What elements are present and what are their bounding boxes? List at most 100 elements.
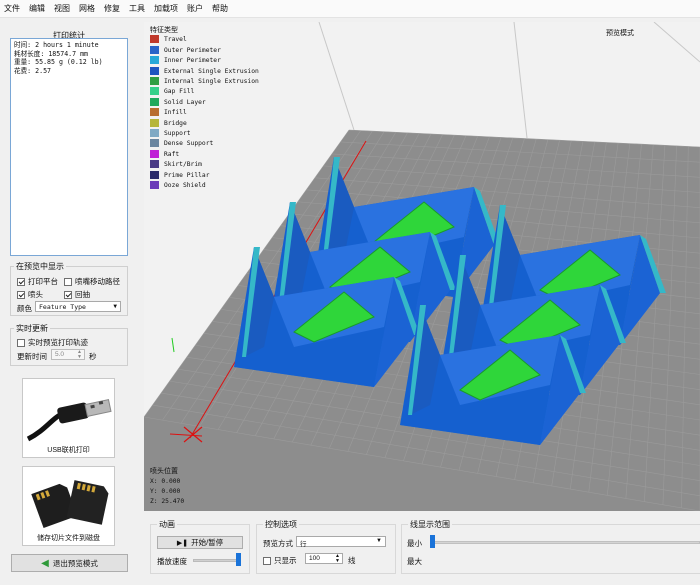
retract-checkbox[interactable]: [64, 291, 72, 300]
preview-mode-select[interactable]: 行 ▼: [296, 536, 386, 548]
legend-swatch: [150, 77, 159, 86]
print-bed-label: 打印平台: [28, 277, 58, 286]
only-show-label: 只显示: [274, 556, 297, 565]
preview-mode-title: 预览模式: [606, 30, 634, 37]
legend-item: External Single Extrusion: [150, 66, 259, 77]
preview-viewport[interactable]: 特征类型 Travel Outer Perimeter Inner Perime…: [144, 22, 700, 511]
legend-swatch: [150, 149, 159, 158]
legend-item: Internal Single Extrusion: [150, 77, 259, 87]
legend-label: Dense Support: [164, 140, 214, 148]
usb-print-button[interactable]: USB联机打印: [22, 378, 115, 458]
legend-swatch: [150, 66, 159, 75]
legend-label: Ooze Shield: [164, 182, 206, 190]
animation-title: 动画: [157, 519, 177, 530]
legend-item: Dense Support: [150, 139, 259, 149]
realtime-track-option[interactable]: 实时预览打印轨迹: [17, 337, 88, 348]
chevron-down-icon: ▼: [113, 303, 117, 310]
stat-time: 时间: 2 hours 1 minute: [14, 41, 99, 49]
retract-option[interactable]: 回抽: [64, 289, 90, 300]
nozzle-option[interactable]: 喷头: [17, 289, 43, 300]
legend-label: Prime Pillar: [164, 171, 210, 179]
realtime-track-label: 实时预览打印轨迹: [28, 338, 88, 347]
menu-edit[interactable]: 编辑: [29, 3, 45, 14]
menu-bar: 文件 编辑 视图 网格 修复 工具 加载项 账户 帮助: [0, 0, 700, 18]
control-options-title: 控制选项: [263, 519, 299, 530]
print-bed-option[interactable]: 打印平台: [17, 276, 58, 287]
range-title: 线显示范围: [408, 519, 452, 530]
menu-account[interactable]: 账户: [187, 3, 203, 14]
legend-swatch: [150, 160, 159, 169]
legend-item: Gap Fill: [150, 87, 259, 97]
nozzle-moves-checkbox[interactable]: [64, 278, 72, 287]
line-count-input[interactable]: 100 ▲ ▼: [305, 553, 343, 564]
realtime-update-title: 实时更新: [14, 323, 50, 334]
color-select[interactable]: Feature Type ▼: [35, 301, 121, 312]
legend-label: Support: [164, 130, 191, 138]
nozzle-checkbox[interactable]: [17, 291, 25, 300]
legend-item: Raft: [150, 149, 259, 160]
legend-label: Inner Perimeter: [164, 57, 221, 65]
stat-cost: 花费: 2.57: [14, 66, 52, 75]
legend-label: Gap Fill: [164, 88, 195, 96]
update-time-input[interactable]: 5.0 ▲ ▼: [51, 349, 85, 360]
stat-filament-length: 耗材长度: 18574.7 mm: [14, 49, 89, 58]
play-pause-button[interactable]: ▶❚ 开始/暂停: [157, 536, 243, 549]
legend-label: Travel: [164, 36, 187, 44]
retract-label: 回抽: [75, 290, 90, 299]
only-show-option[interactable]: 只显示: [263, 555, 297, 566]
legend-item: Support: [150, 129, 259, 139]
legend-item: Solid Layer: [150, 97, 259, 108]
legend-item: Infill: [150, 108, 259, 118]
menu-addons[interactable]: 加载项: [154, 3, 178, 14]
line-unit: 线: [348, 556, 356, 565]
menu-help[interactable]: 帮助: [212, 3, 228, 14]
menu-mesh[interactable]: 网格: [79, 3, 95, 14]
spinner-arrows-icon: ▲ ▼: [77, 349, 82, 360]
nozzle-position: 喷头位置 X: 0.000 Y: 0.000 Z: 25.470: [150, 467, 184, 507]
legend-swatch: [150, 118, 159, 127]
color-select-value: Feature Type: [39, 303, 86, 311]
save-to-disk-button[interactable]: 储存切片文件到磁盘: [22, 466, 115, 546]
range-min-track[interactable]: [430, 541, 700, 544]
color-label: 颜色: [17, 304, 32, 313]
legend-swatch: [150, 170, 159, 179]
menu-tools[interactable]: 工具: [129, 3, 145, 14]
nozzle-moves-label: 喷嘴移动路径: [75, 277, 120, 286]
save-to-disk-caption: 储存切片文件到磁盘: [37, 535, 100, 542]
legend-item: Travel: [150, 35, 259, 45]
legend-item: Bridge: [150, 118, 259, 129]
legend-label: External Single Extrusion: [164, 67, 259, 75]
speed-slider-track[interactable]: [193, 559, 241, 562]
menu-file[interactable]: 文件: [4, 3, 20, 14]
speed-slider-handle[interactable]: [236, 553, 241, 566]
arrow-back-icon: ◀: [41, 557, 49, 569]
update-time-label: 更新时间: [17, 352, 47, 361]
legend-swatch: [150, 108, 159, 117]
usb-cable-icon: [26, 399, 112, 442]
legend-swatch: [150, 56, 159, 65]
update-time-value: 5.0: [55, 351, 65, 358]
nozzle-moves-option[interactable]: 喷嘴移动路径: [64, 276, 120, 287]
menu-view[interactable]: 视图: [54, 3, 70, 14]
legend-label: Internal Single Extrusion: [164, 78, 259, 86]
line-count-value: 100: [309, 555, 320, 562]
realtime-track-checkbox[interactable]: [17, 339, 25, 348]
range-min-handle[interactable]: [430, 535, 435, 548]
sd-card-icon: [31, 480, 109, 529]
range-max-label: 最大: [407, 557, 422, 566]
usb-print-caption: USB联机打印: [47, 447, 90, 454]
chevron-down-icon: ▼: [376, 538, 382, 544]
menu-repair[interactable]: 修复: [104, 3, 120, 14]
legend-swatch: [150, 181, 159, 190]
stat-weight: 重量: 55.85 g (0.12 lb): [14, 58, 103, 67]
print-stats-box: 时间: 2 hours 1 minute 耗材长度: 18574.7 mm 重量…: [10, 38, 128, 256]
legend-label: Raft: [164, 150, 180, 158]
exit-preview-button[interactable]: ◀ 退出预览模式: [11, 554, 128, 572]
nozzle-y: Y: 0.000: [150, 488, 181, 495]
legend-item: Prime Pillar: [150, 170, 259, 181]
nozzle-label: 喷头: [28, 290, 43, 299]
print-bed-checkbox[interactable]: [17, 278, 25, 287]
spinner-arrows-icon: ▲ ▼: [335, 553, 340, 564]
legend-swatch: [150, 139, 159, 148]
only-show-checkbox[interactable]: [263, 557, 271, 566]
